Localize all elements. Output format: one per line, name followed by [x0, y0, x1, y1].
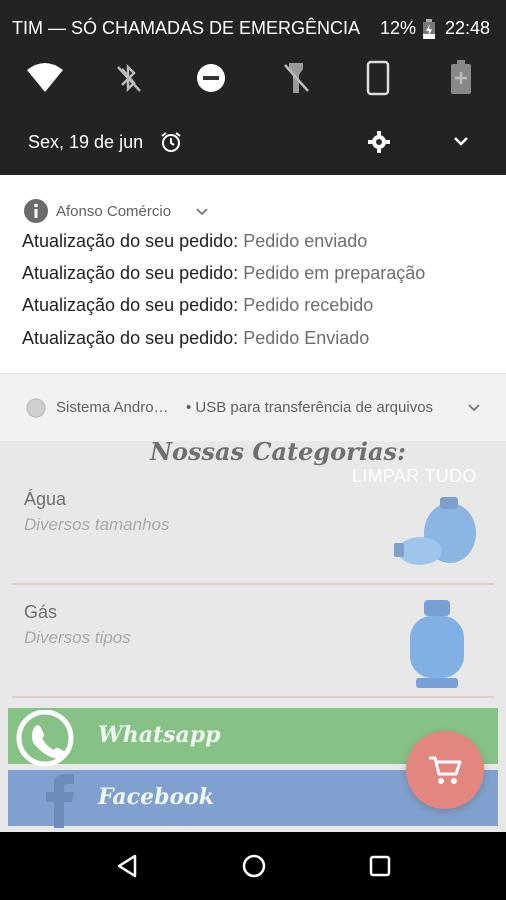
date-text[interactable]: Sex, 19 de jun — [28, 132, 143, 153]
alarm-icon[interactable] — [160, 131, 182, 153]
wifi-icon[interactable] — [27, 62, 63, 92]
shade-dim-overlay — [0, 441, 506, 832]
clock-time: 22:48 — [445, 18, 491, 38]
line-value: Pedido enviado — [243, 231, 368, 251]
notification-line: Atualização do seu pedido: Pedido Enviad… — [22, 328, 369, 349]
android-system-icon — [26, 398, 46, 418]
flashlight-off-icon[interactable] — [282, 61, 310, 95]
line-label: Atualização do seu pedido: — [22, 328, 239, 348]
info-icon — [24, 199, 48, 223]
expand-chevron-icon[interactable] — [453, 136, 469, 148]
notification-line: Atualização do seu pedido: Pedido enviad… — [22, 231, 367, 252]
recents-icon[interactable] — [369, 855, 391, 877]
line-value: Pedido em preparação — [243, 263, 426, 283]
notification-sistema-android[interactable]: Sistema Andro… • USB para transferência … — [0, 374, 506, 441]
battery-icon — [423, 19, 435, 39]
notification-afonso-comercio[interactable]: Afonso Comércio Atualização do seu pedid… — [0, 175, 506, 373]
chevron-down-icon[interactable] — [468, 404, 480, 412]
bluetooth-off-icon[interactable] — [114, 63, 142, 93]
clear-all-button[interactable]: LIMPAR TUDO — [352, 466, 477, 487]
settings-gear-icon[interactable] — [368, 131, 390, 153]
carrier-text: TIM — SÓ CHAMADAS DE EMERGÊNCIA — [12, 18, 361, 38]
line-label: Atualização do seu pedido: — [22, 263, 239, 283]
line-value: Pedido Enviado — [243, 328, 370, 348]
navigation-bar — [0, 832, 506, 900]
notification-line: Atualização do seu pedido: Pedido recebi… — [22, 295, 373, 316]
chevron-down-icon[interactable] — [196, 208, 208, 216]
home-icon[interactable] — [242, 854, 266, 878]
line-label: Atualização do seu pedido: — [22, 295, 239, 315]
rotation-icon[interactable] — [366, 60, 390, 96]
line-value: Pedido recebido — [243, 295, 374, 315]
battery-saver-icon[interactable] — [450, 60, 472, 96]
back-icon[interactable] — [116, 854, 138, 878]
notification-app-name: Afonso Comércio — [56, 203, 172, 220]
line-label: Atualização do seu pedido: — [22, 231, 239, 251]
notification-text: • USB para transferência de arquivos — [186, 399, 434, 416]
do-not-disturb-icon[interactable] — [196, 63, 226, 93]
notification-line: Atualização do seu pedido: Pedido em pre… — [22, 263, 425, 284]
battery-percent: 12% — [380, 18, 417, 38]
notification-app-name: Sistema Andro… — [56, 399, 169, 416]
